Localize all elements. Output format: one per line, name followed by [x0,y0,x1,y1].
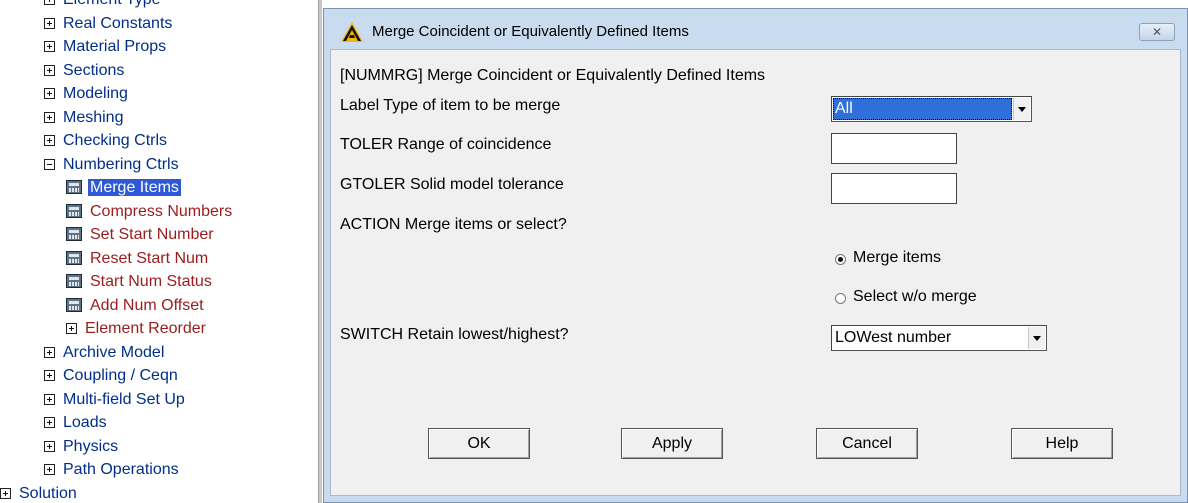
tree-item-label: Add Num Offset [90,296,204,314]
tree-item-element-reorder[interactable]: Element Reorder [66,318,208,341]
switch-select[interactable]: LOWest number [831,325,1047,351]
label-field-label: Label Type of item to be merge [340,97,561,114]
tree-item-label: Merge Items [88,179,181,196]
tree-item-numbering-ctrls[interactable]: Numbering Ctrls [44,154,181,177]
switch-value: LOWest number [835,329,952,346]
expand-plus-icon[interactable] [44,393,55,405]
command-icon [66,227,82,241]
tree-item-checking-ctrls[interactable]: Checking Ctrls [44,130,169,153]
tree-item-label: Element Reorder [85,320,206,337]
expand-plus-icon[interactable] [44,370,55,381]
label-type-select[interactable]: All [831,96,1032,122]
close-icon: ✕ [1151,25,1163,39]
tree-item-label: Material Props [63,38,167,55]
command-icon [66,297,82,312]
tree-item-label: Coupling / Ceqn [63,367,178,384]
tree-item-add-num-offset[interactable]: Add Num Offset [66,295,206,318]
command-icon [66,250,82,265]
expand-plus-icon[interactable] [44,464,55,475]
tree-item-meshing[interactable]: Meshing [44,107,125,130]
tree-item-label: Reset Start Num [90,249,209,267]
expand-plus-icon[interactable] [44,17,55,29]
chevron-down-icon[interactable] [1013,98,1030,120]
expand-plus-icon[interactable] [44,0,55,5]
cancel-button[interactable]: Cancel [816,428,918,459]
command-icon [66,180,82,194]
tree-item-label: Compress Numbers [90,202,233,220]
tree-item-path-operations[interactable]: Path Operations [44,459,181,482]
tree-item-label: Meshing [63,108,124,126]
action-label: ACTION Merge items or select? [340,216,567,233]
tree-item-label: Multi-field Set Up [63,390,185,408]
dialog-body: [NUMMRG] Merge Coincident or Equivalentl… [330,49,1181,496]
gtoler-input[interactable] [831,173,957,204]
tree-item-label: Physics [63,437,119,455]
radio-merge-items-label[interactable]: Merge items [853,249,941,267]
tree-item-merge-items[interactable]: Merge Items [66,177,181,200]
tree-item-label: Path Operations [63,461,179,478]
radio-select-without-merge-label[interactable]: Select w/o merge [853,288,977,306]
pane-splitter[interactable] [318,0,322,503]
tree-item-label: Checking Ctrls [63,132,168,149]
close-button[interactable]: ✕ [1139,23,1175,41]
tree-item-label: Sections [63,61,125,79]
tree-item-label: Element Type [61,0,163,8]
radio-merge-items[interactable] [835,254,846,265]
expand-plus-icon[interactable] [0,487,11,499]
tree-item-element-type[interactable]: Element Type [44,0,163,12]
tree-item-real-constants[interactable]: Real Constants [44,13,174,36]
tree-item-material-props[interactable]: Material Props [44,36,168,59]
help-button[interactable]: Help [1011,428,1113,459]
tree-item-compress-numbers[interactable]: Compress Numbers [66,201,234,224]
dialog-titlebar[interactable]: Merge Coincident or Equivalently Defined… [324,9,1187,49]
command-icon [66,203,82,218]
collapse-minus-icon[interactable] [44,158,55,170]
expand-plus-icon[interactable] [44,346,55,358]
ok-button[interactable]: OK [428,428,530,459]
merge-items-dialog: Merge Coincident or Equivalently Defined… [323,8,1188,503]
tree-item-label: Archive Model [63,343,165,361]
toler-input[interactable] [831,133,957,164]
expand-plus-icon[interactable] [44,88,55,99]
dialog-title: Merge Coincident or Equivalently Defined… [372,23,689,40]
gtoler-field-label: GTOLER Solid model tolerance [340,176,564,193]
tree-item-label: Modeling [63,85,128,102]
tree-item-coupling-ceqn[interactable]: Coupling / Ceqn [44,365,180,388]
tree-item-solution[interactable]: Solution [0,483,79,503]
tree-item-archive-model[interactable]: Archive Model [44,342,166,365]
tree-item-start-num-status[interactable]: Start Num Status [66,271,214,294]
switch-field-label: SWITCH Retain lowest/highest? [340,326,569,343]
chevron-down-icon[interactable] [1028,327,1045,349]
label-type-value: All [833,98,1012,120]
expand-plus-icon[interactable] [44,64,55,76]
tree-item-label: Loads [63,414,107,431]
ansys-logo-icon [341,22,363,42]
tree-item-reset-start-num[interactable]: Reset Start Num [66,248,210,271]
tree-item-label: Real Constants [63,14,173,32]
tree-item-label: Start Num Status [90,273,212,290]
expand-plus-icon[interactable] [44,41,55,52]
command-heading: [NUMMRG] Merge Coincident or Equivalentl… [340,67,766,84]
tree-item-multi-field-set-up[interactable]: Multi-field Set Up [44,389,187,412]
expand-plus-icon[interactable] [44,440,55,452]
tree-item-set-start-number[interactable]: Set Start Number [66,224,216,247]
tree-item-label: Numbering Ctrls [63,155,179,173]
tree-item-modeling[interactable]: Modeling [44,83,130,106]
expand-plus-icon[interactable] [44,111,55,123]
tree-item-label: Solution [19,484,77,502]
tree-item-sections[interactable]: Sections [44,60,126,83]
expand-plus-icon[interactable] [44,417,55,428]
apply-button[interactable]: Apply [621,428,723,459]
command-icon [66,274,82,288]
tree-item-loads[interactable]: Loads [44,412,109,435]
radio-select-without-merge[interactable] [835,293,846,304]
tree-item-label: Set Start Number [90,226,214,243]
expand-plus-icon[interactable] [44,135,55,146]
expand-plus-icon[interactable] [66,323,77,334]
tree-item-physics[interactable]: Physics [44,436,120,459]
toler-field-label: TOLER Range of coincidence [340,136,552,153]
main-menu-tree: Element Type Real Constants Material Props… [0,0,318,503]
